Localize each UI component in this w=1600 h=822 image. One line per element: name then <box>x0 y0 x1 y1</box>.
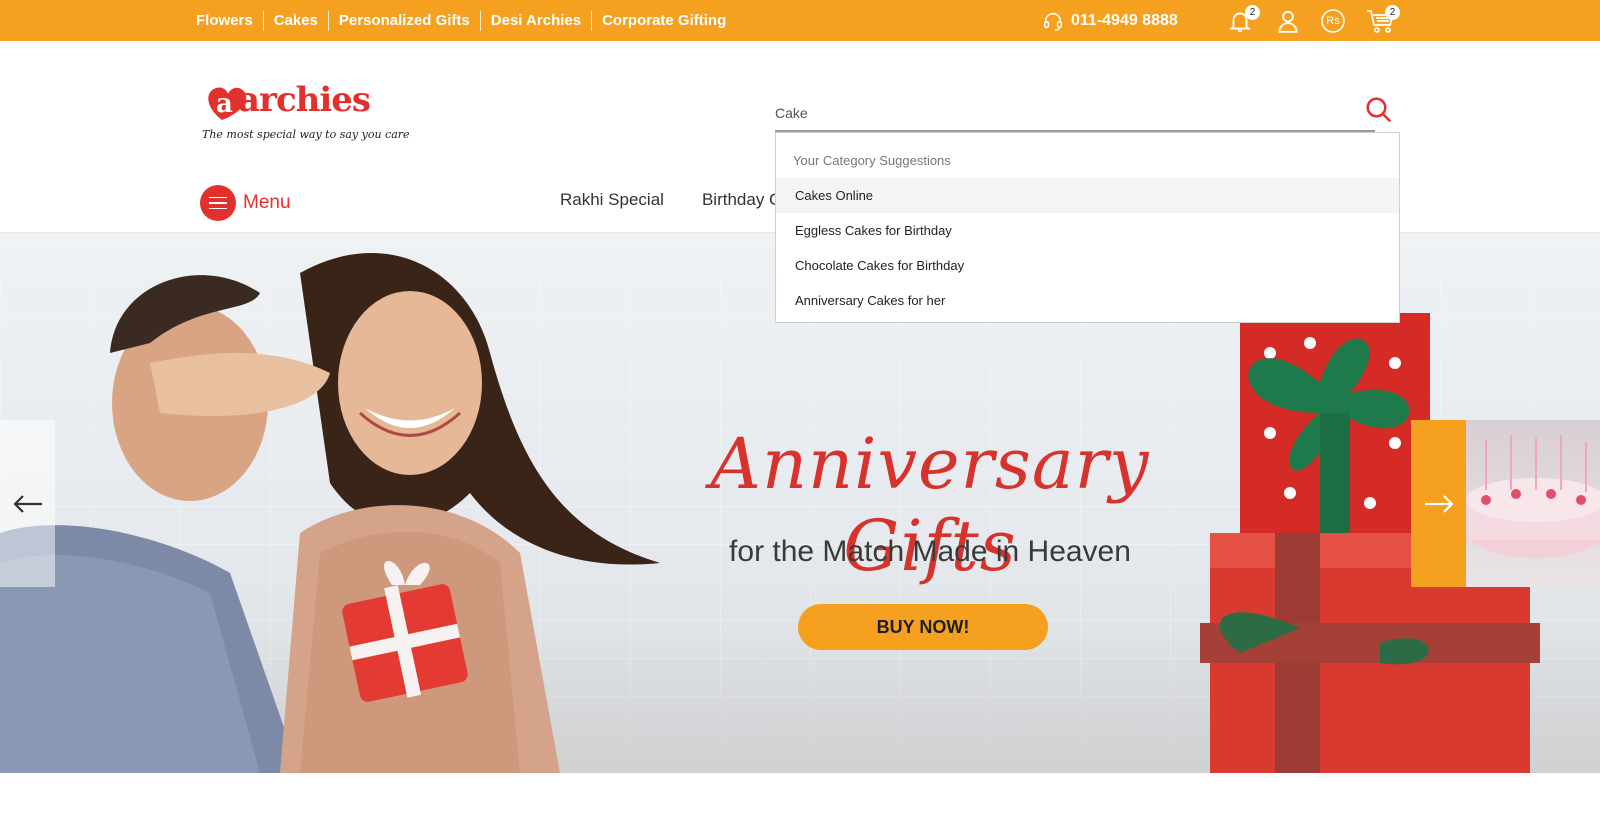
menu-label: Menu <box>243 192 291 213</box>
top-bar: Flowers Cakes Personalized Gifts Desi Ar… <box>0 0 1600 41</box>
logo-wordmark: archies <box>238 80 371 120</box>
logo-tagline: The most special way to say you care <box>202 128 410 141</box>
suggestion-item[interactable]: Anniversary Cakes for her <box>776 283 1399 318</box>
arrow-right-icon <box>1424 494 1454 513</box>
notifications-button[interactable]: 2 <box>1227 5 1260 34</box>
search-button[interactable] <box>1364 95 1394 125</box>
suggestion-item[interactable]: Chocolate Cakes for Birthday <box>776 248 1399 283</box>
search-suggestions-dropdown: Your Category Suggestions Cakes Online E… <box>775 132 1400 323</box>
next-slide-preview <box>1466 420 1600 587</box>
archies-logo[interactable]: a archies The most special way to say yo… <box>200 78 410 158</box>
top-link-cakes[interactable]: Cakes <box>262 10 328 31</box>
account-button[interactable] <box>1275 8 1301 34</box>
search-icon <box>1366 97 1392 123</box>
svg-text:a: a <box>216 89 233 119</box>
hamburger-icon <box>200 185 236 221</box>
cart-button[interactable]: 2 <box>1366 5 1400 34</box>
suggestion-item[interactable]: Eggless Cakes for Birthday <box>776 213 1399 248</box>
headset-icon <box>1044 13 1062 31</box>
top-link-personalized-gifts[interactable]: Personalized Gifts <box>327 10 480 31</box>
nav-item-rakhi-special[interactable]: Rakhi Special <box>560 190 664 210</box>
currency-button[interactable]: Rs <box>1320 8 1346 34</box>
carousel-prev-button[interactable] <box>0 420 55 587</box>
top-link-flowers[interactable]: Flowers <box>196 11 263 31</box>
notification-badge: 2 <box>1245 5 1260 20</box>
top-link-corporate-gifting[interactable]: Corporate Gifting <box>591 10 736 31</box>
top-link-desi-archies[interactable]: Desi Archies <box>479 10 591 31</box>
search-input[interactable] <box>775 96 1375 132</box>
carousel-next-button[interactable] <box>1411 420 1466 587</box>
currency-label: Rs <box>1326 15 1340 27</box>
suggestions-title: Your Category Suggestions <box>793 153 951 168</box>
phone-number: 011-4949 8888 <box>1071 12 1178 29</box>
buy-now-button[interactable]: BUY NOW! <box>798 604 1048 650</box>
nav-item-birthday-gifts[interactable]: Birthday G <box>702 190 782 210</box>
phone-contact[interactable]: 011-4949 8888 <box>1042 10 1178 32</box>
couple-photo <box>0 252 660 773</box>
menu-button[interactable]: Menu <box>200 185 291 221</box>
hero-subtitle: for the Match Made in Heaven <box>729 535 1131 568</box>
top-links: Flowers Cakes Personalized Gifts Desi Ar… <box>196 0 736 41</box>
suggestion-item[interactable]: Cakes Online <box>776 178 1399 213</box>
cart-badge: 2 <box>1385 5 1400 20</box>
user-icon <box>1278 10 1298 33</box>
arrow-left-icon <box>12 494 42 513</box>
